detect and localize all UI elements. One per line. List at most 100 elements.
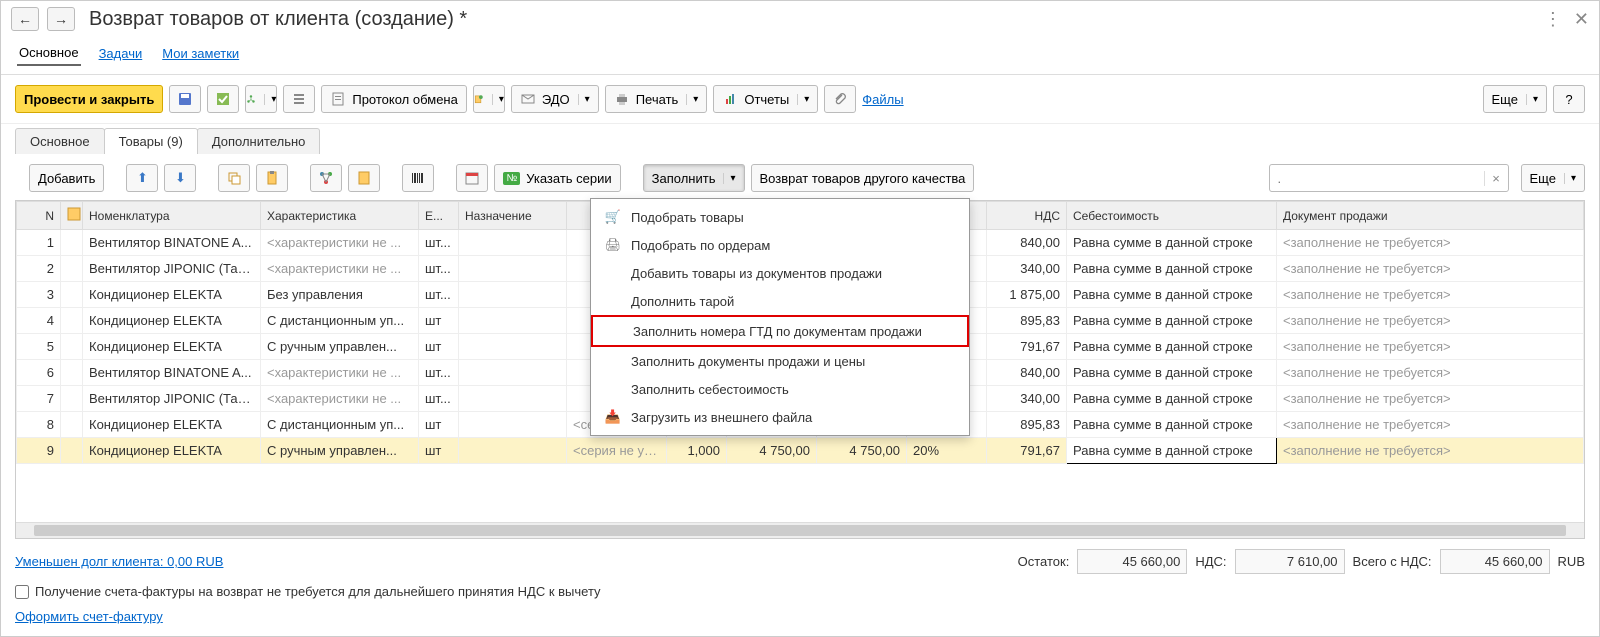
- cell[interactable]: Равна сумме в данной строке: [1067, 282, 1277, 308]
- cell[interactable]: [61, 412, 83, 438]
- cell[interactable]: <заполнение не требуется>: [1277, 360, 1584, 386]
- col-n[interactable]: N: [17, 202, 61, 230]
- specify-series-button[interactable]: №Указать серии: [494, 164, 620, 192]
- fill-button[interactable]: Заполнить▾: [643, 164, 745, 192]
- list-button[interactable]: [283, 85, 315, 113]
- cell[interactable]: 6: [17, 360, 61, 386]
- edo-button[interactable]: ЭДО▾: [511, 85, 599, 113]
- cell[interactable]: Вентилятор JIPONIC (Тай...: [83, 256, 261, 282]
- cell[interactable]: 840,00: [987, 230, 1067, 256]
- post-and-close-button[interactable]: Провести и закрыть: [15, 85, 163, 113]
- cell[interactable]: Вентилятор JIPONIC (Тай...: [83, 386, 261, 412]
- col-sale-doc[interactable]: Документ продажи: [1277, 202, 1584, 230]
- create-invoice-link[interactable]: Оформить счет-фактуру: [15, 609, 1585, 624]
- cell[interactable]: шт...: [419, 282, 459, 308]
- dd-pick-goods[interactable]: 🛒Подобрать товары: [591, 203, 969, 231]
- calendar-button[interactable]: [456, 164, 488, 192]
- col-box[interactable]: [61, 202, 83, 230]
- cell[interactable]: [459, 230, 567, 256]
- cell[interactable]: шт: [419, 412, 459, 438]
- table-row-selected[interactable]: 9 Кондиционер ELEKTAС ручным управлен...ш…: [17, 438, 1584, 464]
- cell[interactable]: С ручным управлен...: [261, 438, 419, 464]
- col-nomenclature[interactable]: Номенклатура: [83, 202, 261, 230]
- other-quality-button[interactable]: Возврат товаров другого качества: [751, 164, 975, 192]
- cell[interactable]: <характеристики не ...: [261, 386, 419, 412]
- nav-back-button[interactable]: ←: [11, 7, 39, 31]
- cell[interactable]: 4: [17, 308, 61, 334]
- section-tab-goods[interactable]: Товары (9): [104, 128, 198, 154]
- col-purpose[interactable]: Назначение: [459, 202, 567, 230]
- cell[interactable]: [61, 360, 83, 386]
- cell[interactable]: 1,000: [667, 438, 727, 464]
- cell[interactable]: 340,00: [987, 386, 1067, 412]
- dd-pick-orders[interactable]: 🖨Подобрать по ордерам: [591, 231, 969, 259]
- tab-notes[interactable]: Мои заметки: [160, 41, 241, 66]
- cell[interactable]: С дистанционным уп...: [261, 412, 419, 438]
- cell[interactable]: [61, 230, 83, 256]
- cell[interactable]: 1: [17, 230, 61, 256]
- cell[interactable]: 20%: [907, 438, 987, 464]
- cell[interactable]: Равна сумме в данной строке: [1067, 334, 1277, 360]
- move-down-button[interactable]: ⬇: [164, 164, 196, 192]
- cell[interactable]: Без управления: [261, 282, 419, 308]
- col-unit[interactable]: Е...: [419, 202, 459, 230]
- cell[interactable]: шт...: [419, 230, 459, 256]
- cell[interactable]: <заполнение не требуется>: [1277, 386, 1584, 412]
- cell[interactable]: Кондиционер ELEKTA: [83, 412, 261, 438]
- section-tab-main[interactable]: Основное: [15, 128, 105, 154]
- cell[interactable]: [61, 282, 83, 308]
- cell[interactable]: 4 750,00: [727, 438, 817, 464]
- cell[interactable]: <заполнение не требуется>: [1277, 334, 1584, 360]
- cell[interactable]: <серия не указ...: [567, 438, 667, 464]
- cell[interactable]: Вентилятор BINATONE A...: [83, 230, 261, 256]
- tab-tasks[interactable]: Задачи: [97, 41, 145, 66]
- kebab-menu-icon[interactable]: ⋮: [1544, 9, 1562, 30]
- cell[interactable]: шт...: [419, 360, 459, 386]
- tab-main[interactable]: Основное: [17, 41, 81, 66]
- cell[interactable]: <характеристики не ...: [261, 230, 419, 256]
- cell[interactable]: Кондиционер ELEKTA: [83, 308, 261, 334]
- cell[interactable]: <заполнение не требуется>: [1277, 256, 1584, 282]
- cell[interactable]: 5: [17, 334, 61, 360]
- cell[interactable]: шт: [419, 438, 459, 464]
- cell[interactable]: [459, 256, 567, 282]
- dd-fill-docs-prices[interactable]: Заполнить документы продажи и цены: [591, 347, 969, 375]
- cell[interactable]: 9: [17, 438, 61, 464]
- cell[interactable]: [459, 412, 567, 438]
- attachment-button[interactable]: [824, 85, 856, 113]
- cell[interactable]: 2: [17, 256, 61, 282]
- col-vat[interactable]: НДС: [987, 202, 1067, 230]
- nav-forward-button[interactable]: →: [47, 7, 75, 31]
- col-cost[interactable]: Себестоимость: [1067, 202, 1277, 230]
- cell[interactable]: Кондиционер ELEKTA: [83, 334, 261, 360]
- invoice-not-required-checkbox[interactable]: [15, 585, 29, 599]
- cell[interactable]: шт: [419, 308, 459, 334]
- save-button[interactable]: [169, 85, 201, 113]
- cell-cost-focused[interactable]: Равна сумме в данной строке: [1067, 438, 1277, 464]
- cell[interactable]: Равна сумме в данной строке: [1067, 308, 1277, 334]
- cell[interactable]: <характеристики не ...: [261, 256, 419, 282]
- cell[interactable]: [61, 308, 83, 334]
- cell[interactable]: 8: [17, 412, 61, 438]
- cell[interactable]: Равна сумме в данной строке: [1067, 412, 1277, 438]
- cell[interactable]: шт...: [419, 386, 459, 412]
- print-button[interactable]: Печать▾: [605, 85, 708, 113]
- cell[interactable]: шт...: [419, 256, 459, 282]
- cell[interactable]: 895,83: [987, 308, 1067, 334]
- cell[interactable]: 791,67: [987, 334, 1067, 360]
- help-button[interactable]: ?: [1553, 85, 1585, 113]
- toolbar-more-button[interactable]: Еще▾: [1483, 85, 1547, 113]
- debt-link[interactable]: Уменьшен долг клиента: 0,00 RUB: [15, 554, 223, 569]
- post-button[interactable]: [207, 85, 239, 113]
- cell[interactable]: [61, 386, 83, 412]
- reports-button[interactable]: Отчеты▾: [713, 85, 818, 113]
- barcode-button[interactable]: [402, 164, 434, 192]
- cell[interactable]: 1 875,00: [987, 282, 1067, 308]
- cell[interactable]: 840,00: [987, 360, 1067, 386]
- cell[interactable]: Кондиционер ELEKTA: [83, 438, 261, 464]
- grid-search-box[interactable]: ×: [1269, 164, 1509, 192]
- add-row-button[interactable]: Добавить: [29, 164, 104, 192]
- cell[interactable]: Равна сумме в данной строке: [1067, 230, 1277, 256]
- cell[interactable]: 4 750,00: [817, 438, 907, 464]
- cell[interactable]: Кондиционер ELEKTA: [83, 282, 261, 308]
